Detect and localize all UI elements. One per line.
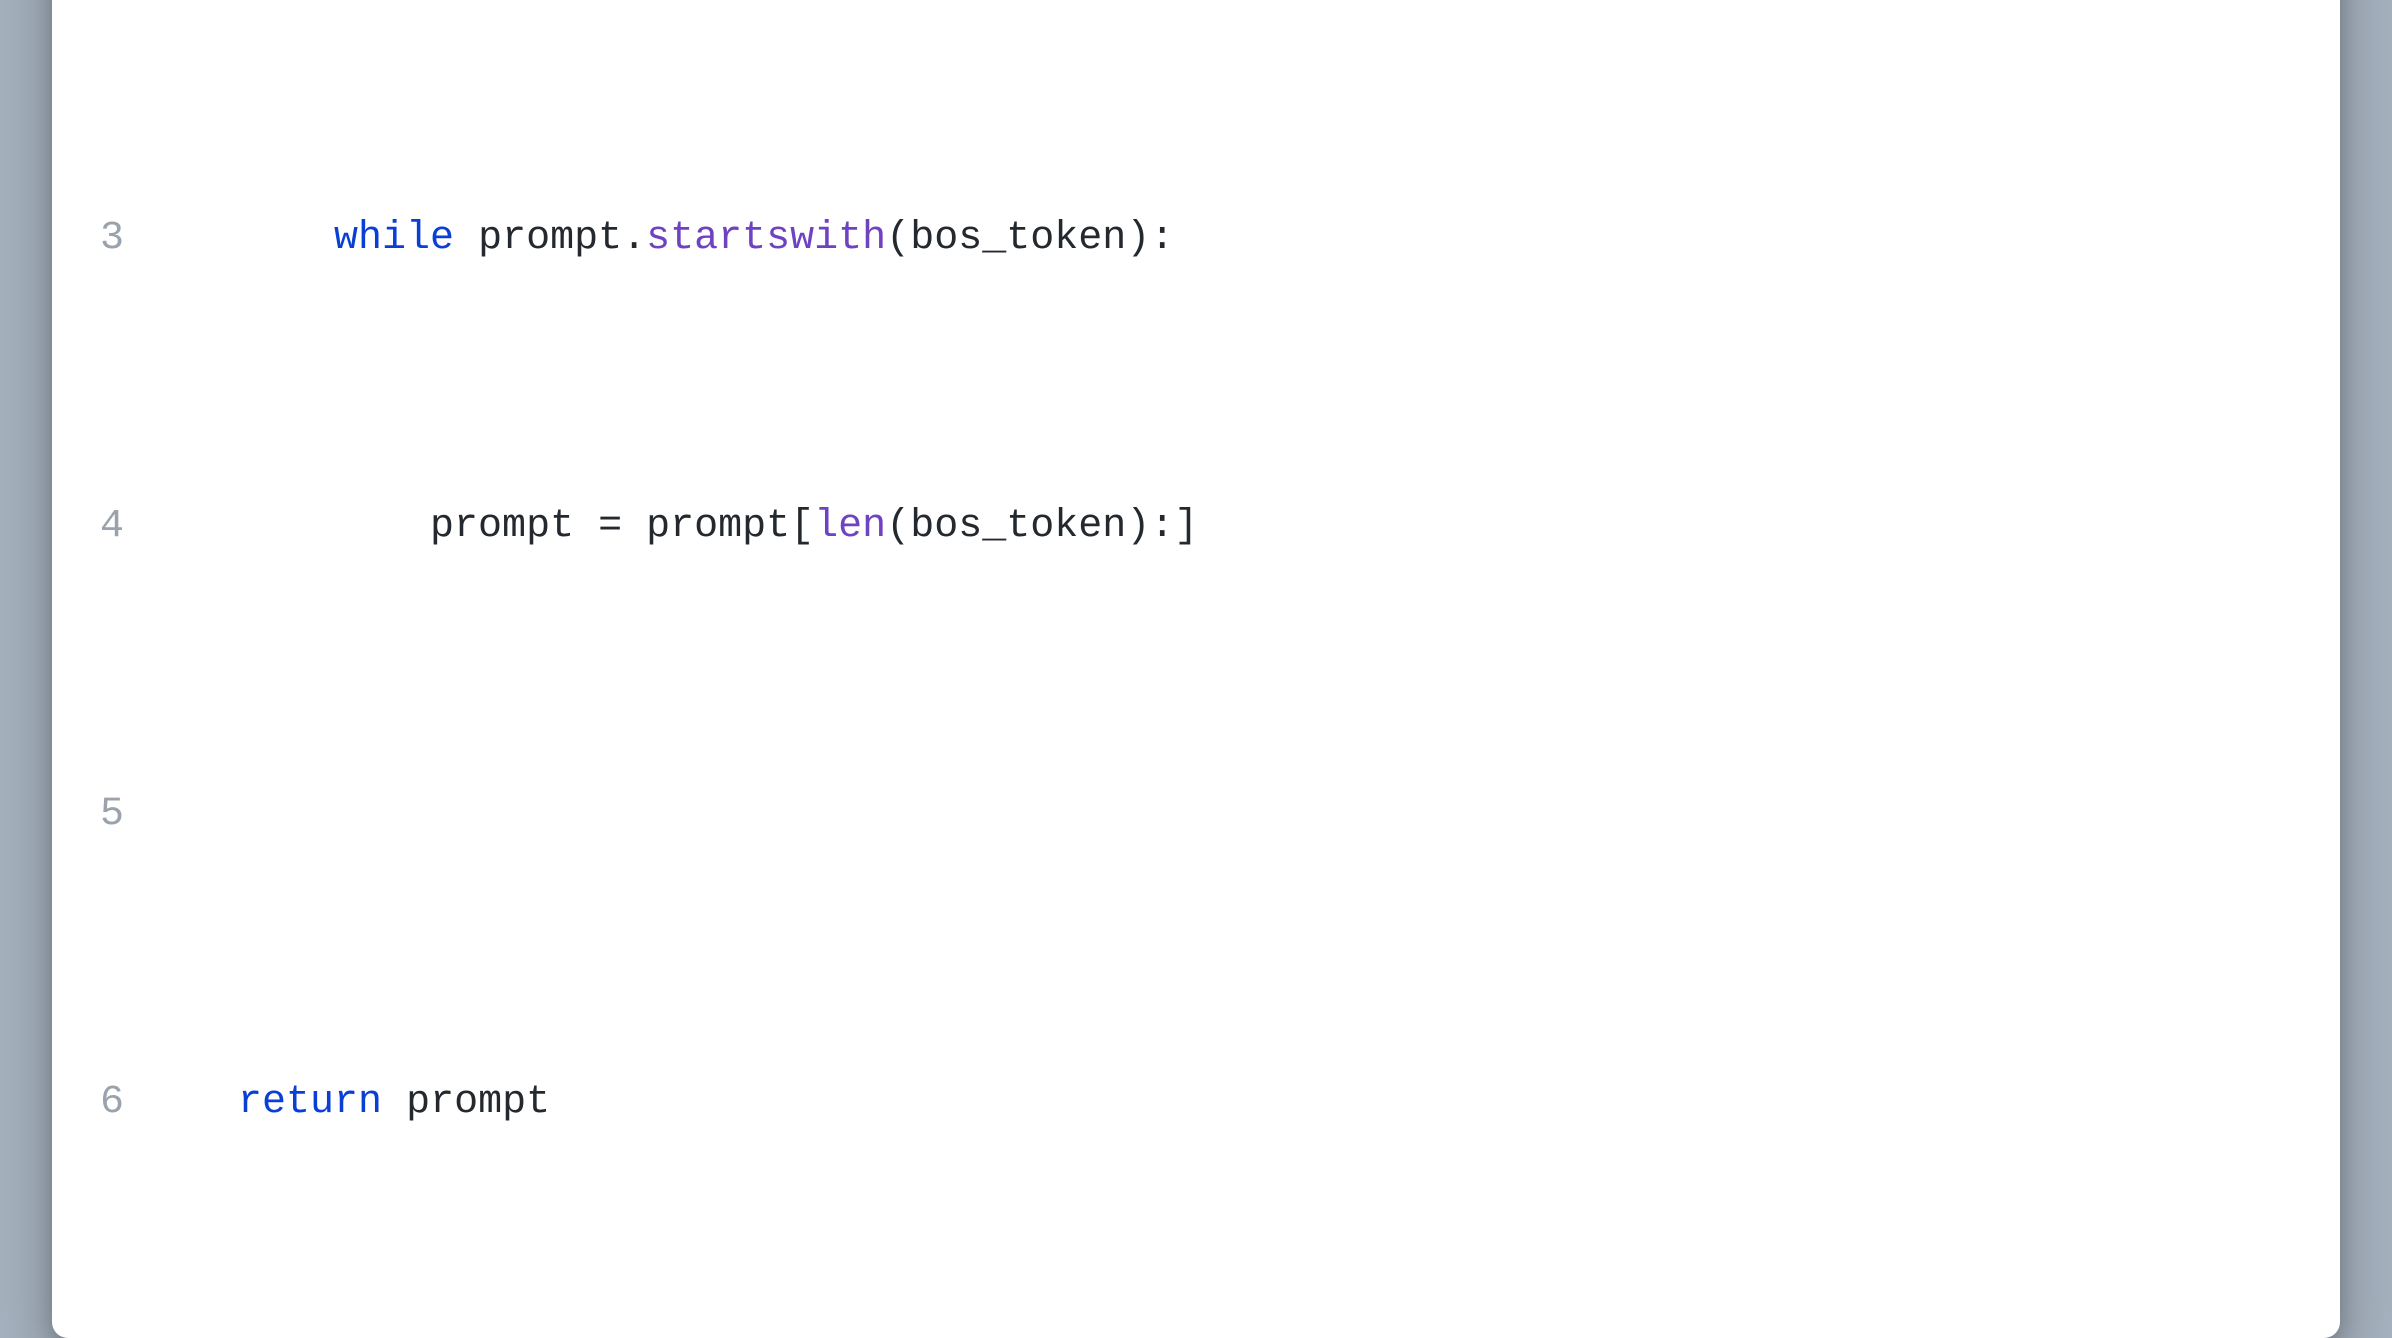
code-line: 4 prompt = prompt[len(bos_token):] <box>80 498 2312 556</box>
code-area[interactable]: 1 def remove_extra_bos(prompt): 2 for bo… <box>80 0 2312 1304</box>
method-name: startswith <box>646 216 886 261</box>
colon: : <box>1150 216 1174 261</box>
keyword-return: return <box>238 1080 382 1125</box>
stage: 1 def remove_extra_bos(prompt): 2 for bo… <box>0 0 2392 676</box>
line-content: return prompt <box>142 1074 2312 1132</box>
line-content: prompt = prompt[len(bos_token):] <box>142 498 2312 556</box>
paren-close: ) <box>1126 504 1150 549</box>
space <box>574 504 598 549</box>
identifier: prompt <box>646 504 790 549</box>
identifier: bos_token <box>910 504 1126 549</box>
equals: = <box>598 504 622 549</box>
line-content <box>142 786 2312 844</box>
bracket-close: ] <box>1174 504 1198 549</box>
code-window: 1 def remove_extra_bos(prompt): 2 for bo… <box>52 0 2340 1338</box>
identifier: bos_token <box>910 216 1126 261</box>
identifier: prompt <box>430 504 574 549</box>
line-number: 4 <box>80 498 142 556</box>
line-number: 6 <box>80 1074 142 1132</box>
paren-open: ( <box>886 504 910 549</box>
code-line: 5 <box>80 786 2312 844</box>
line-content: while prompt.startswith(bos_token): <box>142 210 2312 268</box>
indent <box>142 1080 238 1125</box>
identifier: prompt <box>406 1080 550 1125</box>
indent <box>142 216 334 261</box>
dot: . <box>622 216 646 261</box>
space <box>454 216 478 261</box>
code-line: 6 return prompt <box>80 1074 2312 1132</box>
paren-open: ( <box>886 216 910 261</box>
paren-close: ) <box>1126 216 1150 261</box>
space <box>622 504 646 549</box>
builtin-len: len <box>814 504 886 549</box>
indent <box>142 504 430 549</box>
line-number: 5 <box>80 786 142 844</box>
bracket-open: [ <box>790 504 814 549</box>
keyword-while: while <box>334 216 454 261</box>
line-number: 3 <box>80 210 142 268</box>
code-line: 3 while prompt.startswith(bos_token): <box>80 210 2312 268</box>
identifier: prompt <box>478 216 622 261</box>
slice-colon: : <box>1150 504 1174 549</box>
space <box>382 1080 406 1125</box>
